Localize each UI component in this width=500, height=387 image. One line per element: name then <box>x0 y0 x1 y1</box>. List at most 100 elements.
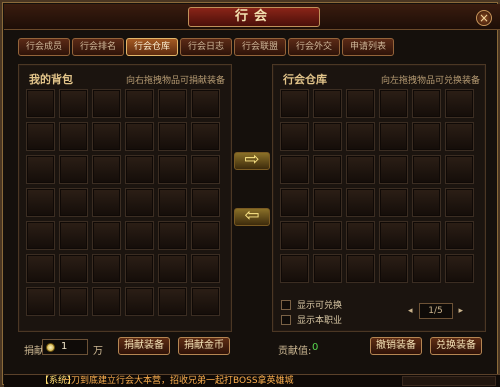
transfer-left-arrow[interactable]: ⇦ <box>234 207 270 226</box>
warehouse-slot[interactable] <box>379 89 408 118</box>
backpack-slot[interactable] <box>92 254 121 283</box>
warehouse-slot[interactable] <box>346 89 375 118</box>
warehouse-slot[interactable] <box>412 188 441 217</box>
backpack-slot[interactable] <box>92 221 121 250</box>
backpack-slot[interactable] <box>158 287 187 316</box>
backpack-slot[interactable] <box>125 221 154 250</box>
backpack-slot[interactable] <box>26 188 55 217</box>
backpack-slot[interactable] <box>125 188 154 217</box>
backpack-slot[interactable] <box>92 89 121 118</box>
warehouse-slot[interactable] <box>412 221 441 250</box>
warehouse-slot[interactable] <box>313 155 342 184</box>
backpack-slot[interactable] <box>26 221 55 250</box>
exchange-equipment-button[interactable]: 兑换装备 <box>430 337 482 355</box>
tab-alliance[interactable]: 行会联盟 <box>234 38 286 56</box>
warehouse-slot[interactable] <box>346 155 375 184</box>
backpack-slot[interactable] <box>125 122 154 151</box>
warehouse-slot[interactable] <box>280 122 309 151</box>
backpack-slot[interactable] <box>26 287 55 316</box>
warehouse-slot[interactable] <box>313 122 342 151</box>
warehouse-slot[interactable] <box>280 221 309 250</box>
filter-class-checkbox[interactable] <box>281 314 291 325</box>
donate-gold-button[interactable]: 捐献金币 <box>178 337 230 355</box>
next-page-icon[interactable]: ▸ <box>459 306 464 316</box>
backpack-slot[interactable] <box>26 89 55 118</box>
warehouse-slot[interactable] <box>346 254 375 283</box>
donate-amount-input[interactable]: 1 <box>42 339 88 355</box>
warehouse-slot[interactable] <box>412 155 441 184</box>
warehouse-slot[interactable] <box>280 89 309 118</box>
warehouse-slot[interactable] <box>445 188 474 217</box>
tab-members[interactable]: 行会成员 <box>18 38 70 56</box>
warehouse-slot[interactable] <box>346 188 375 217</box>
backpack-slot[interactable] <box>158 89 187 118</box>
transfer-right-arrow[interactable]: ⇨ <box>234 151 270 170</box>
warehouse-slot[interactable] <box>445 221 474 250</box>
backpack-slot[interactable] <box>26 122 55 151</box>
warehouse-slot[interactable] <box>280 188 309 217</box>
warehouse-slot[interactable] <box>280 254 309 283</box>
backpack-slot[interactable] <box>59 188 88 217</box>
backpack-slot[interactable] <box>158 221 187 250</box>
warehouse-slot[interactable] <box>412 89 441 118</box>
warehouse-slot[interactable] <box>445 122 474 151</box>
backpack-slot[interactable] <box>59 89 88 118</box>
donate-equipment-button[interactable]: 捐献装备 <box>118 337 170 355</box>
tab-applications[interactable]: 申请列表 <box>342 38 394 56</box>
warehouse-slot[interactable] <box>313 254 342 283</box>
backpack-slot[interactable] <box>59 221 88 250</box>
backpack-slot[interactable] <box>191 89 220 118</box>
backpack-slot[interactable] <box>191 221 220 250</box>
warehouse-slot[interactable] <box>412 122 441 151</box>
warehouse-slot[interactable] <box>313 188 342 217</box>
tab-warehouse[interactable]: 行会仓库 <box>126 38 178 56</box>
backpack-slot[interactable] <box>125 287 154 316</box>
filter-exchangeable-row[interactable]: 显示可兑换 <box>281 298 342 311</box>
backpack-slot[interactable] <box>59 122 88 151</box>
backpack-slot[interactable] <box>125 254 154 283</box>
backpack-slot[interactable] <box>158 188 187 217</box>
backpack-slot[interactable] <box>92 155 121 184</box>
backpack-slot[interactable] <box>26 254 55 283</box>
backpack-slot[interactable] <box>158 254 187 283</box>
warehouse-slot[interactable] <box>379 122 408 151</box>
tab-log[interactable]: 行会日志 <box>180 38 232 56</box>
close-icon[interactable]: × <box>476 10 492 26</box>
backpack-slot[interactable] <box>191 287 220 316</box>
warehouse-slot[interactable] <box>379 221 408 250</box>
backpack-slot[interactable] <box>125 89 154 118</box>
revoke-equipment-button[interactable]: 撤销装备 <box>370 337 422 355</box>
prev-page-icon[interactable]: ◂ <box>408 306 413 316</box>
warehouse-slot[interactable] <box>280 155 309 184</box>
backpack-slot[interactable] <box>92 188 121 217</box>
backpack-slot[interactable] <box>191 188 220 217</box>
backpack-slot[interactable] <box>191 155 220 184</box>
backpack-slot[interactable] <box>92 287 121 316</box>
warehouse-slot[interactable] <box>412 254 441 283</box>
filter-exchangeable-checkbox[interactable] <box>281 299 291 310</box>
filter-class-row[interactable]: 显示本职业 <box>281 313 342 326</box>
warehouse-slot[interactable] <box>313 221 342 250</box>
backpack-slot[interactable] <box>26 155 55 184</box>
backpack-slot[interactable] <box>158 155 187 184</box>
backpack-slot[interactable] <box>92 122 121 151</box>
backpack-slot[interactable] <box>59 287 88 316</box>
warehouse-slot[interactable] <box>445 89 474 118</box>
warehouse-slot[interactable] <box>346 221 375 250</box>
warehouse-slot[interactable] <box>379 155 408 184</box>
tab-diplomacy[interactable]: 行会外交 <box>288 38 340 56</box>
warehouse-slot[interactable] <box>313 89 342 118</box>
backpack-slot[interactable] <box>59 155 88 184</box>
filter-exchangeable-label: 显示可兑换 <box>297 301 343 311</box>
backpack-slot[interactable] <box>191 254 220 283</box>
warehouse-slot[interactable] <box>346 122 375 151</box>
backpack-slot[interactable] <box>191 122 220 151</box>
warehouse-slot[interactable] <box>379 188 408 217</box>
warehouse-slot[interactable] <box>379 254 408 283</box>
backpack-slot[interactable] <box>59 254 88 283</box>
backpack-slot[interactable] <box>125 155 154 184</box>
backpack-slot[interactable] <box>158 122 187 151</box>
warehouse-slot[interactable] <box>445 254 474 283</box>
tab-ranking[interactable]: 行会排名 <box>72 38 124 56</box>
warehouse-slot[interactable] <box>445 155 474 184</box>
